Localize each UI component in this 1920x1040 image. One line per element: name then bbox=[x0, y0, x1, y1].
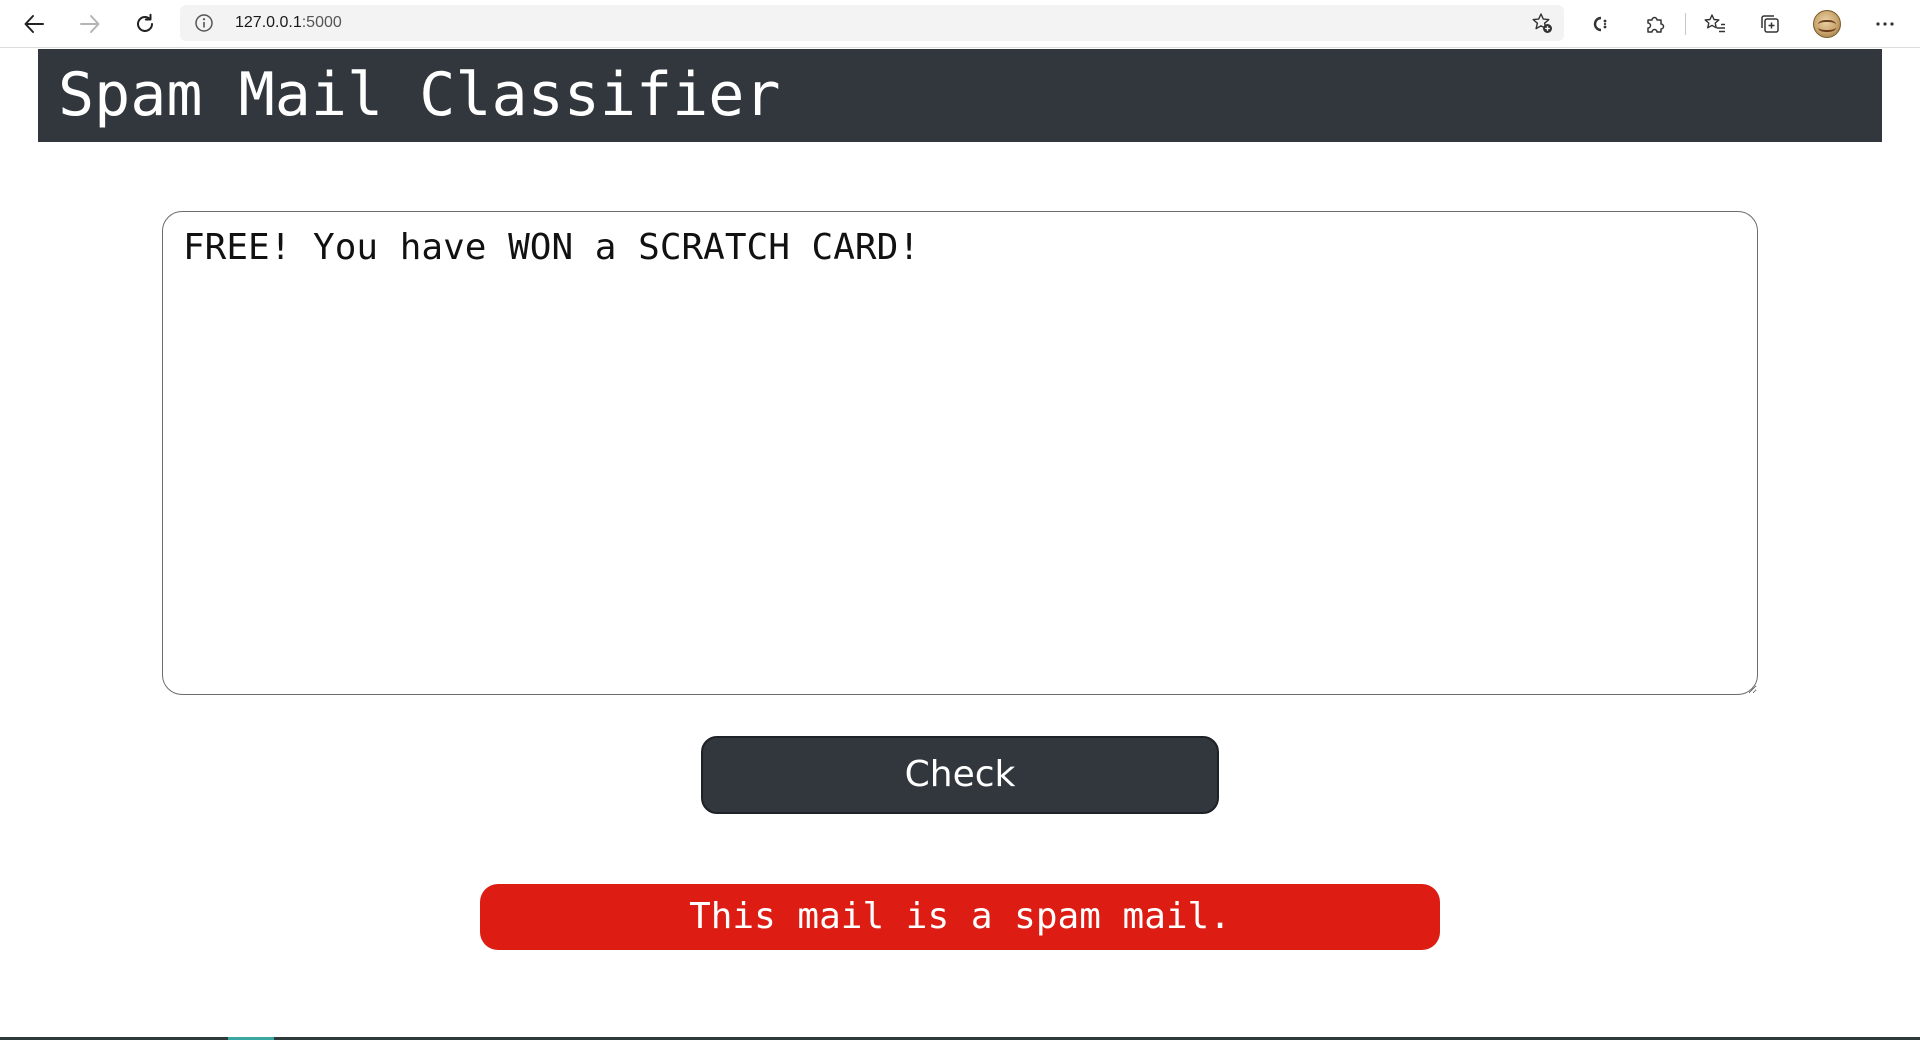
url-port: :5000 bbox=[301, 14, 342, 31]
more-dots-icon[interactable] bbox=[1870, 9, 1900, 39]
collections-icon[interactable] bbox=[1755, 9, 1785, 39]
avatar-badge bbox=[1818, 20, 1836, 32]
page-header: Spam Mail Classifier bbox=[38, 49, 1882, 142]
page-title: Spam Mail Classifier bbox=[58, 60, 781, 130]
favorites-list-icon[interactable] bbox=[1700, 9, 1730, 39]
url-host: 127.0.0.1 bbox=[235, 14, 302, 31]
check-button[interactable]: Check bbox=[701, 736, 1219, 814]
puzzle-icon[interactable] bbox=[1640, 9, 1670, 39]
toolbar-divider bbox=[1685, 13, 1686, 35]
read-aloud-icon[interactable] bbox=[1585, 9, 1615, 39]
refresh-icon[interactable] bbox=[129, 8, 161, 40]
mail-input[interactable]: FREE! You have WON a SCRATCH CARD! bbox=[162, 211, 1758, 695]
result-message: This mail is a spam mail. bbox=[480, 884, 1440, 950]
info-icon[interactable] bbox=[194, 13, 214, 33]
address-bar[interactable]: 127.0.0.1:5000 bbox=[180, 5, 1564, 41]
avatar[interactable] bbox=[1813, 10, 1841, 38]
url-text: 127.0.0.1:5000 bbox=[235, 14, 342, 32]
star-add-icon[interactable] bbox=[1530, 11, 1554, 35]
forward-arrow-icon[interactable] bbox=[74, 8, 106, 40]
back-arrow-icon[interactable] bbox=[18, 8, 50, 40]
browser-toolbar: 127.0.0.1:5000 bbox=[0, 0, 1920, 48]
